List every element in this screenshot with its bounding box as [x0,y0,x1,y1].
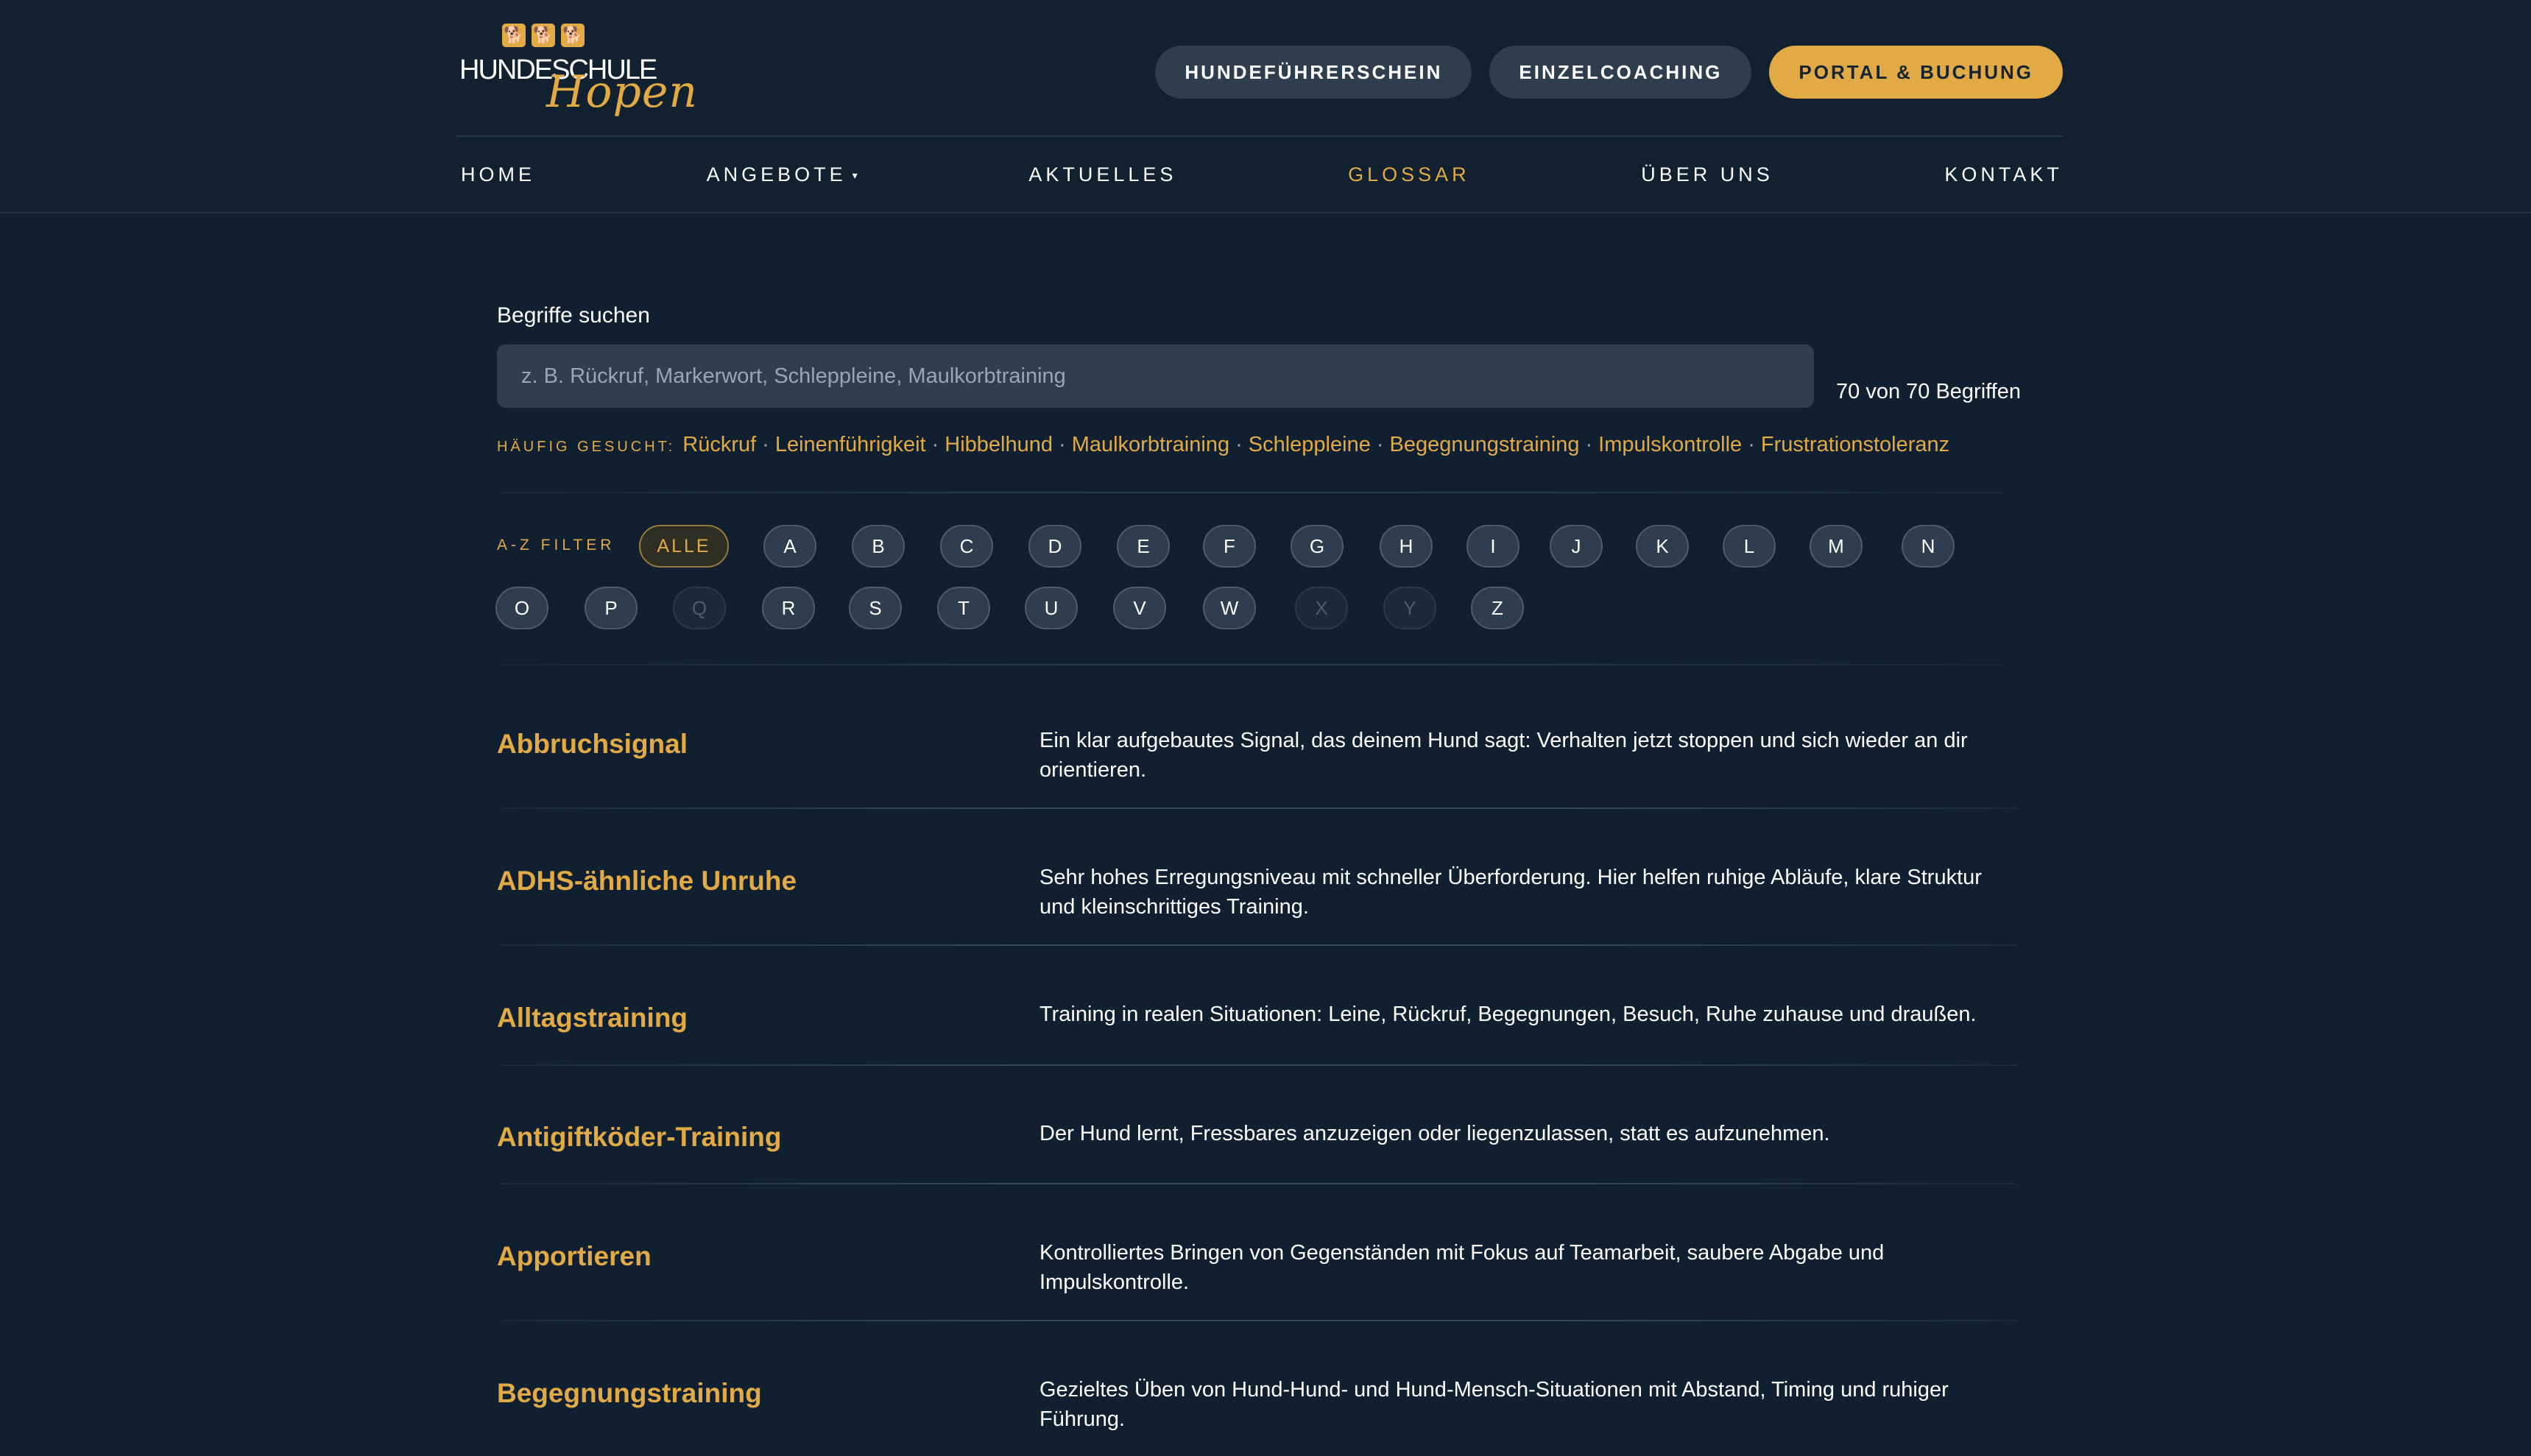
popular-separator: · [931,433,939,456]
filter-all-chip[interactable]: ALLE [639,525,729,568]
coaching-button[interactable]: EINZELCOACHING [1489,46,1752,99]
nav-about[interactable]: ÜBER UNS [1641,163,1773,186]
filter-letter-chip[interactable]: R [762,587,815,629]
popular-label: HÄUFIG GESUCHT: [497,439,676,455]
glossary-term: ADHS-ähnliche Unruhe [497,866,797,896]
az-filter-label: A-Z FILTER [497,537,615,554]
glossary-definition: Sehr hohes Erregungsniveau mit schneller… [1039,866,1982,919]
portal-booking-button[interactable]: PORTAL & BUCHUNG [1769,46,2063,99]
filter-letter-chip[interactable]: J [1550,525,1603,568]
glossary-term: Abbruchsignal [497,729,688,759]
glossary-definition: Gezieltes Üben von Hund-Hund- und Hund-M… [1039,1378,1949,1431]
glossary-definition: Der Hund lernt, Fressbares anzuzeigen od… [1039,1122,1830,1145]
popular-term[interactable]: Rückruf [682,433,756,457]
popular-searches: HÄUFIG GESUCHT: Rückruf · Leinenführigke… [497,433,1949,457]
dog-sit-icon: 🐕 [532,24,555,47]
nav-news[interactable]: AKTUELLES [1028,163,1176,186]
filter-letter-chip[interactable]: M [1810,525,1863,568]
section-divider [501,492,2002,493]
glossary-term: Apportieren [497,1241,652,1271]
popular-term[interactable]: Hibbelhund [945,433,1053,457]
filter-letter-chip-disabled: X [1295,587,1348,629]
entry-divider [501,944,2017,946]
dog-run-icon: 🐕 [561,24,585,47]
search-input[interactable] [497,344,1814,408]
popular-separator: · [1059,433,1066,456]
popular-term[interactable]: Frustrationstoleranz [1761,433,1949,457]
header-divider [456,135,2063,137]
popular-term[interactable]: Begegnungstraining [1390,433,1580,457]
filter-letter-chip[interactable]: P [585,587,638,629]
filter-letter-chip[interactable]: S [849,587,902,629]
filter-letter-chip[interactable]: N [1902,525,1955,568]
filter-letter-chip[interactable]: V [1113,587,1166,629]
filter-letter-chip[interactable]: U [1025,587,1078,629]
glossary-term: Begegnungstraining [497,1378,762,1408]
filter-letter-chip-disabled: Y [1383,587,1436,629]
glossary-term: Antigiftköder-Training [497,1122,782,1152]
popular-term[interactable]: Leinenführigkeit [775,433,926,457]
filter-letter-chip[interactable]: A [763,525,816,568]
nav-offers-label: ANGEBOTE [706,163,847,185]
caret-down-icon: ▾ [852,169,858,181]
license-button[interactable]: HUNDEFÜHRERSCHEIN [1155,46,1472,99]
glossary-definition: Training in realen Situationen: Leine, R… [1039,1003,1977,1026]
filter-letter-chip[interactable]: H [1380,525,1433,568]
entry-divider [501,1320,2017,1321]
filter-letter-chip[interactable]: E [1117,525,1170,568]
nav-offers[interactable]: ANGEBOTE ▾ [707,163,858,186]
popular-separator: · [762,433,769,456]
filter-letter-chip[interactable]: F [1203,525,1256,568]
result-count: 70 von 70 Begriffen [1836,380,2021,403]
nav-glossary[interactable]: GLOSSAR [1348,163,1470,186]
entry-divider [501,1183,2017,1184]
popular-term[interactable]: Maulkorbtraining [1072,433,1229,457]
entry-divider [501,1064,2017,1066]
popular-separator: · [1748,433,1755,456]
filter-letter-chip[interactable]: K [1636,525,1689,568]
filter-letter-chip[interactable]: L [1723,525,1776,568]
popular-separator: · [1585,433,1593,456]
section-divider [501,664,2002,665]
filter-letter-chip[interactable]: T [937,587,990,629]
popular-term[interactable]: Impulskontrolle [1598,433,1742,457]
glossary-definition: Ein klar aufgebautes Signal, das deinem … [1039,729,1968,782]
dog-jump-icon: 🐕 [502,24,526,47]
glossary-definition: Kontrolliertes Bringen von Gegenständen … [1039,1241,1885,1294]
filter-letter-chip[interactable]: C [940,525,993,568]
popular-term[interactable]: Schleppleine [1249,433,1371,457]
logo-script: Hopen [546,66,699,118]
glossary-term: Alltagstraining [497,1003,688,1033]
filter-letter-chip[interactable]: W [1203,587,1256,629]
main-nav: HOME ANGEBOTE ▾ AKTUELLES GLOSSAR ÜBER UN… [461,156,2063,193]
filter-letter-chip[interactable]: I [1466,525,1519,568]
header-actions: HUNDEFÜHRERSCHEIN EINZELCOACHING PORTAL … [1155,46,2063,99]
filter-letter-chip[interactable]: D [1028,525,1081,568]
site-logo[interactable]: 🐕 🐕 🐕 HUNDESCHULE Hopen [456,21,697,124]
filter-letter-chip[interactable]: G [1291,525,1344,568]
filter-letter-chip[interactable]: O [495,587,548,629]
popular-separator: · [1235,433,1243,456]
popular-separator: · [1376,433,1384,456]
search-label: Begriffe suchen [497,303,650,328]
nav-home[interactable]: HOME [461,163,535,186]
entry-divider [501,807,2017,809]
logo-icons: 🐕 🐕 🐕 [502,24,585,47]
filter-letter-chip[interactable]: Z [1471,587,1524,629]
filter-letter-chip[interactable]: B [852,525,905,568]
filter-letter-chip-disabled: Q [673,587,726,629]
site-header: 🐕 🐕 🐕 HUNDESCHULE Hopen HUNDEFÜHRERSCHEI… [0,0,2531,213]
nav-contact[interactable]: KONTAKT [1944,163,2063,186]
